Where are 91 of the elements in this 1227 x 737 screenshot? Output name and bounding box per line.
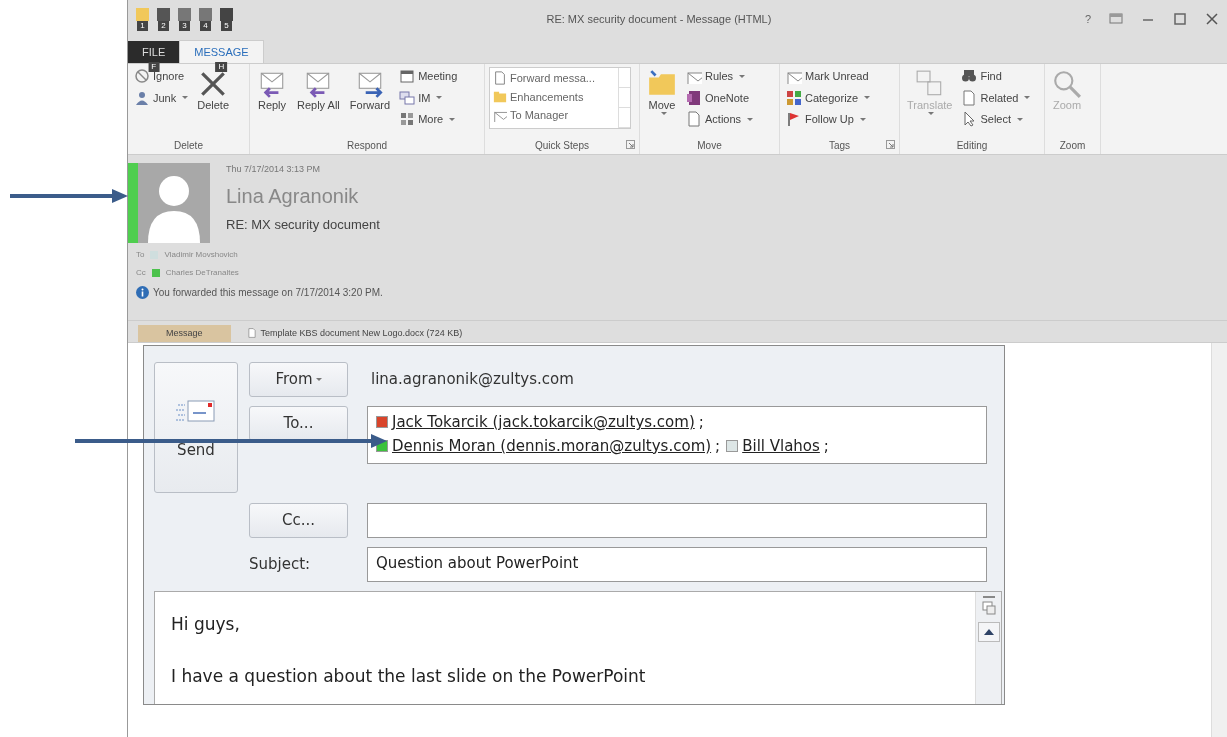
maximize-icon[interactable] [1173, 12, 1187, 26]
grid-icon [399, 111, 416, 128]
scroll-up-icon[interactable] [977, 622, 1000, 642]
group-label: Delete [174, 140, 203, 151]
toolbar-icon[interactable] [199, 7, 212, 21]
send-button[interactable]: Send [154, 362, 238, 493]
ribbon-button[interactable]: Find [959, 67, 1033, 86]
quick-step[interactable]: To Manager [493, 106, 615, 125]
separator-text: ; [823, 435, 829, 457]
group-label: Move [697, 140, 722, 151]
key-tip: 2 [158, 20, 169, 31]
ribbon-button[interactable]: Meeting [397, 67, 460, 86]
document-icon [686, 111, 702, 128]
ribbon-button[interactable]: More [397, 110, 460, 129]
info-icon [136, 286, 149, 299]
document-icon [493, 71, 507, 86]
ribbon-button[interactable]: Follow Up [784, 110, 873, 129]
key-tip: 3 [179, 20, 190, 31]
quick-step[interactable]: Forward messa... [493, 69, 615, 88]
to-field[interactable]: Jack Tokarcik (jack.tokarcik@zultys.com) ; Dennis Moran (dennis.moran@zultys.com) ; Bill Vlahos ; [367, 406, 987, 464]
from-button[interactable]: From [249, 362, 348, 397]
recipient-name[interactable]: Jack Tokarcik (jack.tokarcik@zultys.com) [392, 411, 695, 434]
vertical-scrollbar[interactable] [1211, 343, 1227, 737]
ribbon-button[interactable]: Mark Unread [784, 67, 873, 86]
separator-text: ; [715, 435, 721, 457]
ribbon-button[interactable]: Junk [132, 88, 191, 107]
envelope-icon [176, 399, 216, 425]
notebook-icon [686, 89, 702, 106]
cc-field[interactable] [367, 503, 987, 538]
key-tip: 5 [221, 20, 232, 31]
toolbar-icon[interactable] [157, 7, 170, 21]
dialog-launcher-icon[interactable] [886, 140, 895, 149]
folder-icon [493, 89, 507, 104]
ribbon-tab[interactable]: MESSAGE [179, 39, 264, 63]
group-label: Editing [956, 140, 988, 151]
ribbon-button[interactable]: Categorize [784, 88, 873, 107]
ribbon-button[interactable]: Related [959, 88, 1033, 107]
field-label: Cc [136, 267, 146, 279]
body-paragraph: Hi guys, [171, 613, 241, 636]
body-paragraph: I have a question about the last slide on the PowerPoint [171, 664, 647, 688]
message-tab[interactable]: Message [138, 324, 231, 342]
attachment-tab[interactable]: Template KBS document New Logo.docx (724 KB) [238, 324, 471, 342]
key-tip: H [215, 62, 228, 72]
subject-field[interactable]: Question about PowerPoint [367, 547, 987, 582]
ribbon-button[interactable]: Move [644, 67, 680, 138]
sender-name: Lina Agranonik [226, 183, 360, 209]
ribbon-button[interactable]: Actions [684, 110, 756, 129]
recipient-name[interactable]: Dennis Moran (dennis.moran@zultys.com) [392, 434, 712, 458]
to-button[interactable]: To... [249, 406, 348, 441]
chat-icon [399, 89, 416, 106]
color-blocks-icon [786, 89, 802, 106]
info-text: You forwarded this message on 7/17/2014 3:20 PM. [153, 286, 383, 300]
field-label: To [136, 249, 145, 261]
subject-text: RE: MX security document [226, 215, 380, 234]
caret-icon [315, 378, 322, 381]
search-icon [1052, 69, 1082, 99]
group-label: Tags [828, 140, 851, 151]
ribbon-button[interactable]: Reply All [294, 67, 343, 138]
subject-label: Subject: [249, 554, 312, 576]
date-text: Thu 7/17/2014 3:13 PM [226, 163, 322, 176]
recipient-name[interactable]: Bill Vlahos [742, 434, 820, 458]
window-title: RE: MX security document - Message (HTML) [546, 11, 772, 27]
ribbon-tab[interactable]: FILE [128, 40, 180, 63]
document-icon [961, 89, 978, 106]
separator-text: ; [698, 412, 704, 433]
help-button[interactable]: ? [1084, 10, 1091, 28]
document-icon [246, 328, 257, 339]
key-tip: 4 [200, 20, 211, 31]
toolbar-icon[interactable] [220, 7, 233, 21]
ribbon-button[interactable]: Select [959, 110, 1033, 129]
group-label: Respond [347, 140, 387, 151]
ribbon-button[interactable]: Rules [684, 67, 756, 86]
ribbon-button[interactable]: Reply [254, 67, 290, 138]
group-label: Quick Steps [535, 140, 589, 151]
key-tip: F [148, 62, 160, 72]
toolbar-icon[interactable] [178, 7, 191, 21]
ribbon-button[interactable]: Forward [346, 67, 394, 138]
ribbon-button[interactable]: OneNote [684, 88, 756, 107]
ribbon-display-icon[interactable] [1109, 12, 1123, 26]
person-icon [134, 89, 150, 106]
ribbon-button[interactable]: IM [397, 88, 460, 107]
calendar-icon [399, 68, 416, 85]
close-icon[interactable] [1205, 12, 1219, 26]
from-address: lina.agranonik@zultys.com [370, 369, 575, 391]
body-scrollbar[interactable] [975, 592, 1001, 704]
dialog-launcher-icon[interactable] [626, 140, 635, 149]
circle-slash-icon [134, 68, 150, 85]
cc-button[interactable]: Cc... [249, 503, 348, 538]
quick-step[interactable]: Enhancements [493, 87, 615, 106]
group-label: Zoom [1059, 140, 1086, 151]
key-tip: 1 [137, 20, 148, 31]
